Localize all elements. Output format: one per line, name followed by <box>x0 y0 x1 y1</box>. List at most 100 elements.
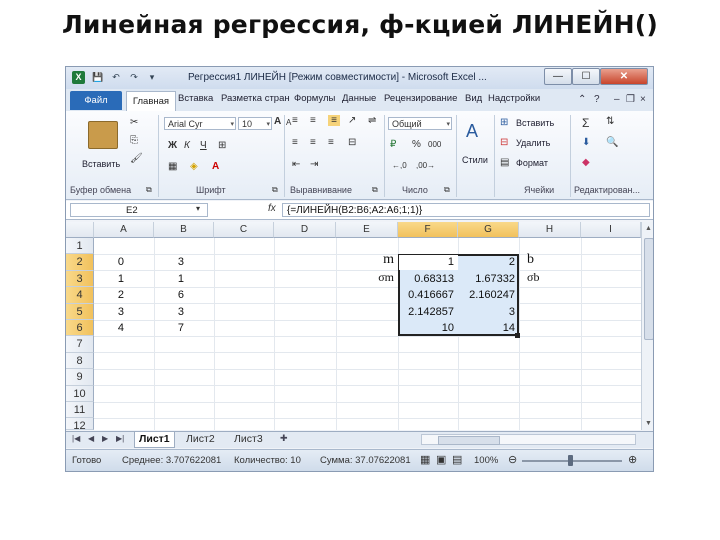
doc-restore-icon[interactable]: ❐ <box>626 94 635 105</box>
increase-indent-icon[interactable]: ⇥ <box>310 159 318 170</box>
cell-b3[interactable]: 1 <box>154 271 214 287</box>
format-cells-icon[interactable]: ▤ <box>500 157 509 168</box>
row-header-10[interactable]: 10 <box>66 385 94 402</box>
redo-icon[interactable]: ↷ <box>128 71 140 84</box>
cell-f2[interactable]: 1 <box>398 254 458 270</box>
last-sheet-icon[interactable]: ▶| <box>116 434 124 443</box>
insert-function-icon[interactable]: fx <box>268 203 276 214</box>
column-header-h[interactable]: H <box>519 222 581 238</box>
increase-decimal-icon[interactable]: ←,0 <box>392 161 407 170</box>
decrease-indent-icon[interactable]: ⇤ <box>292 159 300 170</box>
format-painter-icon[interactable]: 🖌 <box>130 153 143 164</box>
sheet-tab-2[interactable]: Лист2 <box>182 432 219 447</box>
borders-dropdown-icon[interactable]: ▦ <box>168 161 177 172</box>
zoom-level[interactable]: 100% <box>474 455 498 466</box>
cell-b4[interactable]: 6 <box>154 287 214 303</box>
font-launcher-icon[interactable]: ⧉ <box>272 185 278 195</box>
cell-a3[interactable]: 1 <box>94 271 154 287</box>
sheet-tab-3[interactable]: Лист3 <box>230 432 267 447</box>
tab-page-layout[interactable]: Разметка стран <box>221 93 290 104</box>
column-header-g[interactable]: G <box>458 222 519 238</box>
delete-cells-button[interactable]: Удалить <box>516 138 550 148</box>
cell-g4[interactable]: 2.160247 <box>458 287 519 303</box>
vertical-scrollbar[interactable]: ▲ ▼ <box>641 222 653 430</box>
next-sheet-icon[interactable]: ▶ <box>102 434 108 443</box>
cell-f4[interactable]: 0.416667 <box>398 287 458 303</box>
row-header-6[interactable]: 6 <box>66 320 94 337</box>
row-header-1[interactable]: 1 <box>66 238 94 255</box>
column-header-d[interactable]: D <box>274 222 336 238</box>
font-color-icon[interactable]: A <box>212 161 219 172</box>
chevron-down-icon[interactable]: ▾ <box>196 204 200 213</box>
save-icon[interactable]: 💾 <box>92 71 104 84</box>
scroll-up-icon[interactable]: ▲ <box>642 222 653 235</box>
delete-cells-icon[interactable]: ⊟ <box>500 137 508 148</box>
tab-insert[interactable]: Вставка <box>178 93 213 104</box>
paste-button[interactable]: Вставить <box>82 159 120 169</box>
percent-button[interactable]: % <box>412 139 421 150</box>
scroll-thumb[interactable] <box>438 436 500 445</box>
styles-button[interactable]: Стили <box>462 155 488 165</box>
tab-home[interactable]: Главная <box>126 91 176 112</box>
normal-view-icon[interactable]: ▦ <box>420 453 430 466</box>
copy-icon[interactable]: ⎘ <box>130 135 138 146</box>
cell-f6[interactable]: 10 <box>398 320 458 336</box>
name-box[interactable]: E2 <box>70 203 208 217</box>
minimize-button[interactable]: — <box>544 68 572 85</box>
thousands-button[interactable]: 000 <box>428 140 441 149</box>
help-icon[interactable]: ? <box>594 94 600 105</box>
align-top-icon[interactable]: ≡ <box>292 115 298 126</box>
shrink-font-icon[interactable]: A <box>286 118 291 127</box>
tab-view[interactable]: Вид <box>465 93 482 104</box>
ribbon-minimize-icon[interactable]: ⌃ <box>578 94 586 105</box>
doc-close-icon[interactable]: × <box>640 94 646 105</box>
cell-a5[interactable]: 3 <box>94 304 154 320</box>
row-header-5[interactable]: 5 <box>66 303 94 320</box>
orientation-icon[interactable]: ↗ <box>348 115 356 126</box>
cell-b2[interactable]: 3 <box>154 254 214 270</box>
new-sheet-icon[interactable]: ✚ <box>280 433 288 444</box>
row-header-12[interactable]: 12 <box>66 418 94 432</box>
bold-button[interactable]: Ж <box>168 140 177 151</box>
row-header-8[interactable]: 8 <box>66 352 94 370</box>
find-select-icon[interactable]: 🔍 <box>606 137 618 148</box>
align-middle-icon[interactable]: ≡ <box>310 115 316 126</box>
row-header-9[interactable]: 9 <box>66 369 94 386</box>
cell-a6[interactable]: 4 <box>94 320 154 336</box>
wrap-text-icon[interactable]: ⇌ <box>368 115 376 126</box>
tab-data[interactable]: Данные <box>342 93 376 104</box>
row-header-11[interactable]: 11 <box>66 402 94 419</box>
scroll-thumb[interactable] <box>644 238 653 340</box>
cell-f5[interactable]: 2.142857 <box>398 304 458 320</box>
cut-icon[interactable]: ✂ <box>130 117 138 128</box>
grow-font-icon[interactable]: A <box>274 116 281 127</box>
currency-icon[interactable]: ₽ <box>390 139 396 150</box>
tab-review[interactable]: Рецензирование <box>384 93 457 104</box>
underline-button[interactable]: Ч <box>200 140 207 151</box>
insert-cells-icon[interactable]: ⊞ <box>500 117 508 128</box>
close-button[interactable]: ✕ <box>600 68 648 85</box>
row-header-3[interactable]: 3 <box>66 270 94 288</box>
column-header-c[interactable]: C <box>214 222 274 238</box>
clear-icon[interactable]: ◆ <box>582 157 590 168</box>
cell-h3[interactable]: σb <box>524 269 564 285</box>
number-format-combo[interactable]: Общий ▾ <box>388 117 452 130</box>
row-header-2[interactable]: 2 <box>66 254 94 271</box>
cell-g3[interactable]: 1.67332 <box>458 271 519 287</box>
tab-formulas[interactable]: Формулы <box>294 93 335 104</box>
zoom-out-icon[interactable]: ⊖ <box>508 453 517 466</box>
first-sheet-icon[interactable]: |◀ <box>72 434 80 443</box>
styles-icon[interactable]: A <box>466 121 478 142</box>
row-header-4[interactable]: 4 <box>66 287 94 304</box>
formula-input[interactable]: {=ЛИНЕЙН(B2:B6;A2:A6;1;1)} <box>282 203 650 217</box>
clipboard-launcher-icon[interactable]: ⧉ <box>146 185 152 195</box>
undo-icon[interactable]: ↶ <box>110 71 122 84</box>
paste-icon[interactable] <box>88 121 118 149</box>
spreadsheet-grid[interactable]: A B C D E F G H I 1 2 3 4 5 6 7 8 9 10 1… <box>66 222 641 432</box>
cell-f3[interactable]: 0.68313 <box>398 271 458 287</box>
font-name-combo[interactable]: Arial Cyr ▾ <box>164 117 236 130</box>
column-header-a[interactable]: A <box>94 222 154 238</box>
cell-b5[interactable]: 3 <box>154 304 214 320</box>
cell-a2[interactable]: 0 <box>94 254 154 270</box>
font-size-combo[interactable]: 10 ▾ <box>238 117 272 130</box>
